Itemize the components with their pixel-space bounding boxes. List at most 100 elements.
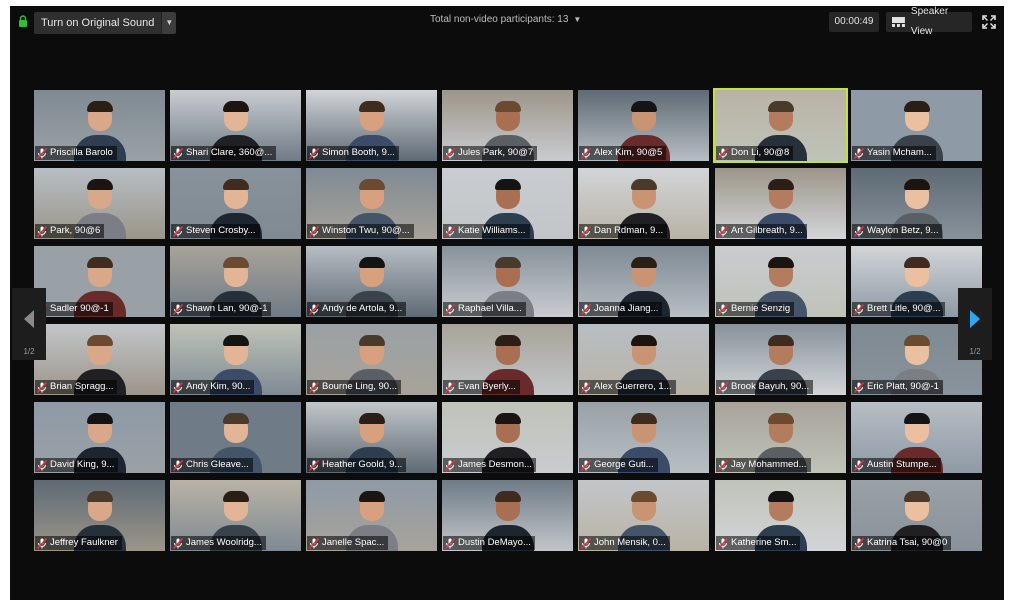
- mic-muted-icon: [854, 459, 864, 471]
- participant-name-label: Katie Williams...: [443, 224, 530, 238]
- mic-muted-icon: [581, 303, 591, 315]
- mic-muted-icon: [309, 537, 319, 549]
- participant-name-label: Winston Twu, 90@...: [307, 224, 414, 238]
- participant-name: Bernie Senzig: [731, 303, 791, 314]
- chevron-down-icon[interactable]: ▼: [161, 12, 177, 34]
- participant-video-tile[interactable]: Simon Booth, 9...: [306, 90, 437, 161]
- prev-page-button[interactable]: 1/2: [12, 288, 46, 360]
- mic-muted-icon: [37, 459, 47, 471]
- participant-name: Eric Platt, 90@-1: [867, 381, 939, 392]
- participant-video-tile[interactable]: Katrina Tsai, 90@0: [851, 480, 982, 551]
- mic-muted-icon: [854, 303, 864, 315]
- participant-video-tile[interactable]: Brian Spragg...: [34, 324, 165, 395]
- participant-video-tile[interactable]: Bernie Senzig: [715, 246, 846, 317]
- participant-video-tile[interactable]: Waylon Betz, 9...: [851, 168, 982, 239]
- mic-muted-icon: [173, 537, 183, 549]
- mic-muted-icon: [854, 381, 864, 393]
- participant-video-tile[interactable]: Yasin Mcham...: [851, 90, 982, 161]
- participant-video-tile[interactable]: Brook Bayuh, 90...: [715, 324, 846, 395]
- participant-name-label: James Desmon...: [443, 458, 536, 472]
- participant-video-tile[interactable]: David King, 9...: [34, 402, 165, 473]
- participant-name-label: Eric Platt, 90@-1: [852, 380, 943, 394]
- top-toolbar: Turn on Original Sound ▼ Total non-video…: [10, 6, 1004, 38]
- participant-video-tile[interactable]: Janelle Spac...: [306, 480, 437, 551]
- participant-video-tile[interactable]: Shari Clare, 360@...: [170, 90, 301, 161]
- mic-muted-icon: [37, 381, 47, 393]
- participant-video-tile[interactable]: Dan Rdman, 9...: [578, 168, 709, 239]
- mic-muted-icon: [37, 225, 47, 237]
- participant-video-tile[interactable]: Katherine Sm...: [715, 480, 846, 551]
- participant-video-tile[interactable]: Chris Gleave...: [170, 402, 301, 473]
- participant-name-label: Art Gilbreath, 9...: [716, 224, 807, 238]
- speaker-view-icon: [892, 17, 905, 27]
- mic-muted-icon: [173, 459, 183, 471]
- participant-video-tile[interactable]: Dustin DeMayo...: [442, 480, 573, 551]
- speaker-view-button[interactable]: Speaker View: [886, 6, 972, 37]
- participant-name-label: Yasin Mcham...: [852, 146, 936, 160]
- participant-video-tile[interactable]: Raphael Villa...: [442, 246, 573, 317]
- mic-muted-icon: [581, 225, 591, 237]
- participant-video-tile[interactable]: Priscilla Barolo: [34, 90, 165, 161]
- mic-muted-icon: [173, 225, 183, 237]
- participant-video-tile[interactable]: Winston Twu, 90@...: [306, 168, 437, 239]
- participant-video-tile[interactable]: Andy Kim, 90...: [170, 324, 301, 395]
- participant-name: Steven Crosby...: [186, 225, 256, 236]
- participant-video-tile[interactable]: Evan Byerly...: [442, 324, 573, 395]
- mic-muted-icon: [718, 537, 728, 549]
- participant-name-label: Brett Litle, 90@...: [852, 302, 945, 316]
- mic-muted-icon: [173, 303, 183, 315]
- participant-video-tile[interactable]: Joanna Jiang...: [578, 246, 709, 317]
- participant-video-tile[interactable]: James Desmon...: [442, 402, 573, 473]
- participant-video-tile[interactable]: Park, 90@6: [34, 168, 165, 239]
- participant-video-tile[interactable]: Bourne Ling, 90...: [306, 324, 437, 395]
- participant-video-tile[interactable]: Jay Mohammed...: [715, 402, 846, 473]
- participant-name: George Guti...: [594, 459, 654, 470]
- participant-video-tile[interactable]: Heather Goold, 9...: [306, 402, 437, 473]
- mic-muted-icon: [173, 147, 183, 159]
- chevron-down-icon: ▼: [573, 15, 582, 24]
- participant-name-label: Janelle Spac...: [307, 536, 389, 550]
- participant-name-label: Don Li, 90@8: [716, 146, 794, 160]
- participant-video-tile[interactable]: Alex Kim, 90@5: [578, 90, 709, 161]
- participant-video-tile[interactable]: Austin Stumpe...: [851, 402, 982, 473]
- participant-name: Andy Kim, 90...: [186, 381, 251, 392]
- original-sound-button[interactable]: Turn on Original Sound: [34, 12, 162, 34]
- participant-name: Alex Guerrero, 1...: [594, 381, 672, 392]
- participant-video-tile[interactable]: James Woolridg...: [170, 480, 301, 551]
- participant-video-tile[interactable]: Jules Park, 90@7: [442, 90, 573, 161]
- participant-video-tile[interactable]: Katie Williams...: [442, 168, 573, 239]
- nonvideo-participants-dropdown[interactable]: Total non-video participants: 13 ▼: [430, 13, 581, 27]
- participant-name: Shawn Lan, 90@-1: [186, 303, 268, 314]
- page-indicator: 1/2: [969, 347, 981, 356]
- mic-muted-icon: [445, 537, 455, 549]
- zoom-meeting-window: Turn on Original Sound ▼ Total non-video…: [10, 6, 1004, 600]
- participant-video-tile[interactable]: Jeffrey Faulkner: [34, 480, 165, 551]
- participant-name-label: Waylon Betz, 9...: [852, 224, 943, 238]
- fullscreen-icon[interactable]: [982, 15, 996, 29]
- lock-icon[interactable]: [18, 15, 28, 27]
- participant-name: Katrina Tsai, 90@0: [867, 537, 948, 548]
- next-page-button[interactable]: 1/2: [958, 288, 992, 360]
- mic-muted-icon: [854, 225, 864, 237]
- participant-name-label: Sadler 90@-1: [35, 302, 113, 316]
- mic-muted-icon: [309, 147, 319, 159]
- participant-name-label: Raphael Villa...: [443, 302, 526, 316]
- participant-video-tile[interactable]: Art Gilbreath, 9...: [715, 168, 846, 239]
- participant-video-tile[interactable]: Alex Guerrero, 1...: [578, 324, 709, 395]
- participant-name-label: Park, 90@6: [35, 224, 105, 238]
- participant-video-tile[interactable]: Sadler 90@-1: [34, 246, 165, 317]
- participant-name: Chris Gleave...: [186, 459, 249, 470]
- participant-video-tile[interactable]: Steven Crosby...: [170, 168, 301, 239]
- participant-name-label: Bourne Ling, 90...: [307, 380, 401, 394]
- participant-name: James Woolridg...: [186, 537, 262, 548]
- participant-name: Yasin Mcham...: [867, 147, 932, 158]
- participant-video-tile[interactable]: Shawn Lan, 90@-1: [170, 246, 301, 317]
- participant-video-tile[interactable]: Andy de Artola, 9...: [306, 246, 437, 317]
- participant-name-label: Katherine Sm...: [716, 536, 801, 550]
- participant-video-tile[interactable]: George Guti...: [578, 402, 709, 473]
- participant-name: Jules Park, 90@7: [458, 147, 534, 158]
- participant-video-tile[interactable]: Don Li, 90@8: [715, 90, 846, 161]
- participant-name-label: Jay Mohammed...: [716, 458, 811, 472]
- participant-video-tile[interactable]: John Mensik, 0...: [578, 480, 709, 551]
- participant-name: Brian Spragg...: [50, 381, 114, 392]
